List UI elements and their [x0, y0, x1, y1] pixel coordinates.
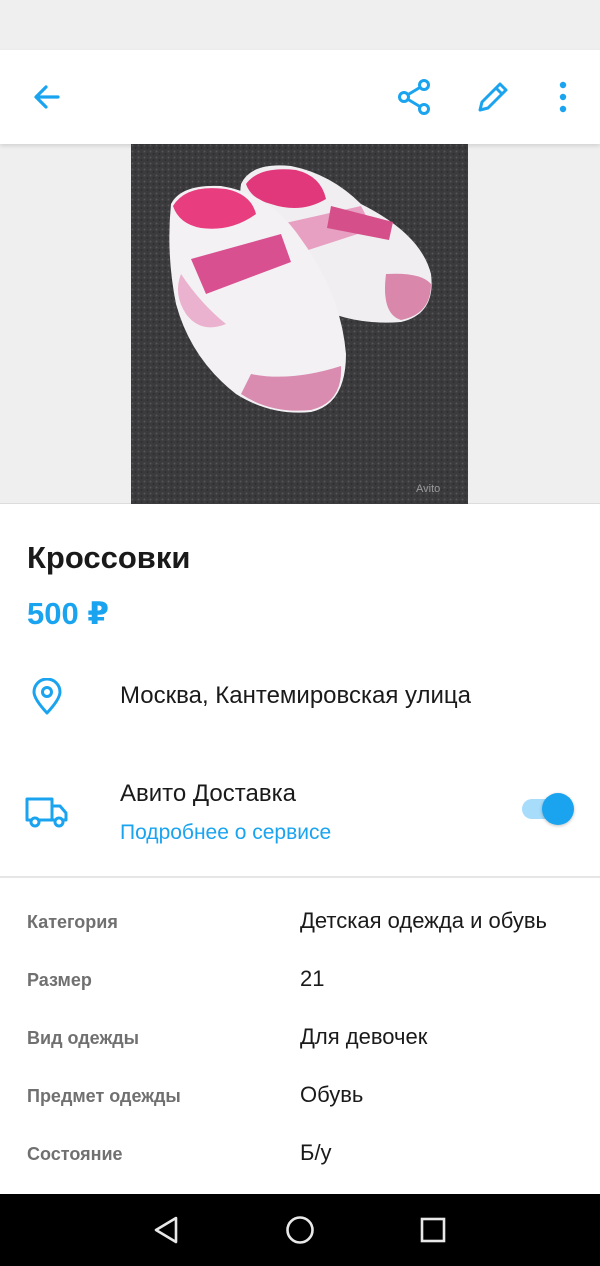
param-row-size: Размер 21: [0, 950, 600, 1008]
param-value: Б/у: [300, 1140, 332, 1165]
nav-recents-icon: [420, 1217, 446, 1243]
delivery-title: Авито Доставка: [120, 780, 296, 807]
share-button[interactable]: [389, 72, 439, 122]
nav-home-icon: [286, 1216, 314, 1244]
arrow-left-icon: [34, 85, 60, 109]
nav-home-button[interactable]: [280, 1210, 320, 1250]
nav-recents-button[interactable]: [413, 1210, 453, 1250]
param-label: Вид одежды: [27, 1028, 140, 1048]
truck-icon: [25, 797, 68, 828]
listing-photo[interactable]: Avito: [131, 144, 468, 504]
delivery-details-link[interactable]: Подробнее о сервисе: [120, 821, 331, 845]
param-label: Категория: [27, 912, 118, 932]
section-divider: [0, 876, 600, 878]
share-icon: [398, 79, 430, 115]
nav-back-icon: [154, 1216, 178, 1244]
params-list: Категория Детская одежда и обувь Размер …: [0, 892, 600, 1182]
location-pin-icon: [32, 678, 62, 715]
param-row-clothing-type: Вид одежды Для девочек: [0, 1008, 600, 1066]
listing-price: 500 ₽: [27, 596, 109, 631]
more-vertical-icon: [559, 81, 567, 113]
photo-watermark: Avito: [416, 483, 440, 495]
param-label: Состояние: [27, 1144, 123, 1164]
param-value: Обувь: [300, 1082, 364, 1107]
status-bar: [0, 0, 600, 50]
param-label: Размер: [27, 970, 92, 990]
sneakers-photo-image: Avito: [131, 144, 468, 504]
more-options-button[interactable]: [538, 72, 588, 122]
param-value: Для девочек: [300, 1024, 428, 1049]
param-row-item: Предмет одежды Обувь: [0, 1066, 600, 1124]
toggle-knob: [542, 793, 574, 825]
photo-gallery[interactable]: Avito: [0, 144, 600, 504]
pencil-icon: [478, 82, 508, 112]
param-row-category: Категория Детская одежда и обувь: [0, 892, 600, 950]
delivery-toggle[interactable]: [520, 792, 576, 826]
nav-back-button[interactable]: [146, 1210, 186, 1250]
app-bar: [0, 50, 600, 144]
listing-title: Кроссовки: [27, 540, 191, 575]
param-row-condition: Состояние Б/у: [0, 1124, 600, 1182]
edit-button[interactable]: [468, 72, 518, 122]
param-value: Детская одежда и обувь: [300, 908, 547, 933]
system-nav-bar: [0, 1194, 600, 1266]
location-text: Москва, Кантемировская улица: [120, 682, 472, 709]
param-label: Предмет одежды: [27, 1086, 181, 1106]
param-value: 21: [300, 966, 325, 991]
back-button[interactable]: [22, 72, 72, 122]
